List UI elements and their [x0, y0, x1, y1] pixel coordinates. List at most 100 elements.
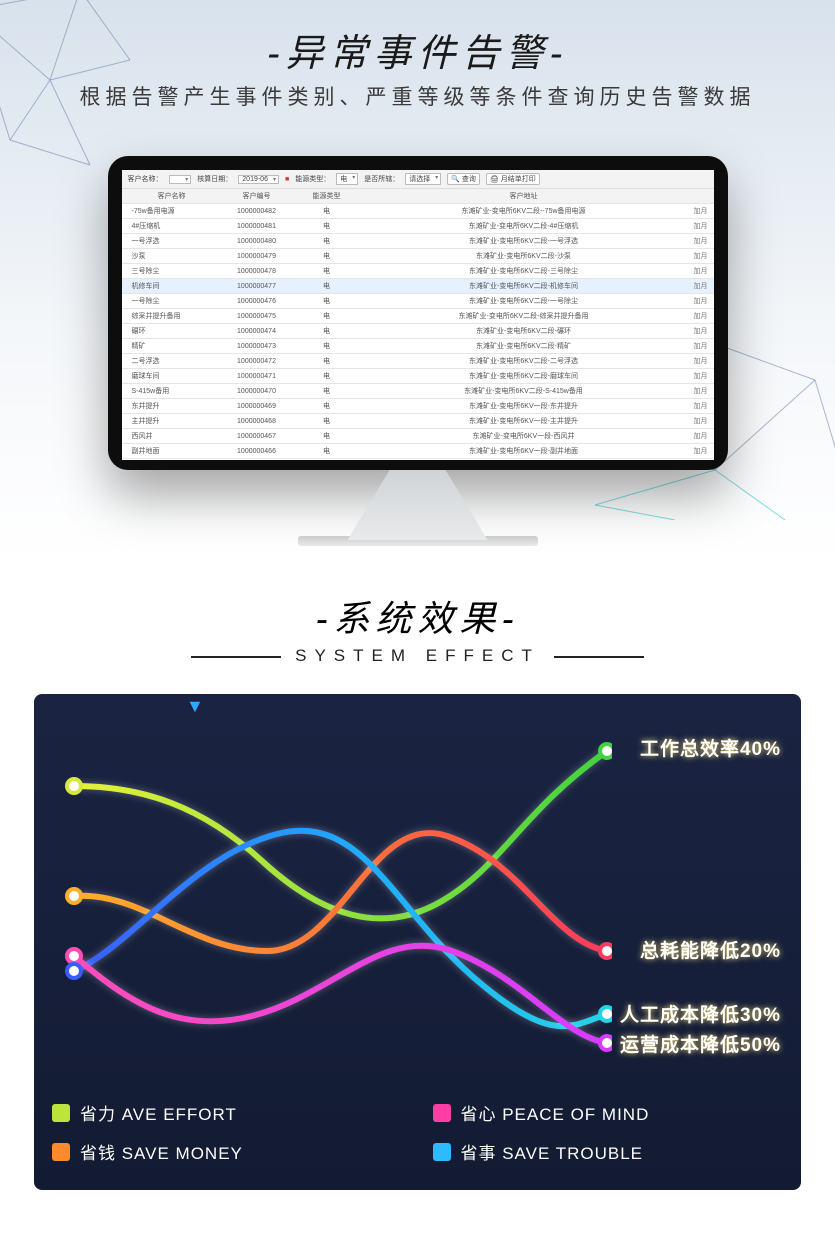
- cell-op[interactable]: 加月: [686, 204, 714, 219]
- cell-code: 1000000465: [222, 459, 292, 461]
- cell-code: 1000000466: [222, 444, 292, 459]
- table-row[interactable]: 西风井1000000467电东滩矿业-变电所6KV一段-西风井加月: [122, 429, 714, 444]
- cell-addr: 东滩矿业-变电所6KV二段-机修车间: [362, 279, 686, 294]
- table-row[interactable]: 一号除尘1000000476电东滩矿业-变电所6KV二段-一号除尘加月: [122, 294, 714, 309]
- cell-addr: 东滩矿业-变电所6KV二段-碾环: [362, 324, 686, 339]
- cell-addr: 东滩矿业-变电所6KV二段--75w备用电源: [362, 204, 686, 219]
- cell-op[interactable]: 加月: [686, 399, 714, 414]
- table-row[interactable]: 碾环1000000474电东滩矿业-变电所6KV二段-碾环加月: [122, 324, 714, 339]
- label-operation: 运营成本降低50%: [620, 1030, 781, 1057]
- cell-type: 电: [292, 429, 362, 444]
- cell-type: 电: [292, 294, 362, 309]
- print-button[interactable]: 🖨 月结单打印: [486, 173, 540, 185]
- alarm-section: -异常事件告警- 根据告警产生事件类别、严重等级等条件查询历史告警数据 客户名称…: [0, 0, 835, 560]
- cell-name: 4#压缩机: [122, 219, 222, 234]
- cell-op[interactable]: 加月: [686, 234, 714, 249]
- cell-type: 电: [292, 444, 362, 459]
- marker-icon: ▼: [186, 696, 204, 717]
- cell-code: 1000000478: [222, 264, 292, 279]
- cell-op[interactable]: 加月: [686, 429, 714, 444]
- cell-addr: 东滩矿业-变电所6KV二段-磨球车间: [362, 369, 686, 384]
- input-date[interactable]: 2019-06: [238, 175, 279, 184]
- table-row[interactable]: 综采井提升备用1000000475电东滩矿业-变电所6KV二段-综采井提升备用加…: [122, 309, 714, 324]
- effect-chart: 工作总效率40% 总耗能降低20% 人工成本降低30% 运营成本降低50%: [52, 716, 783, 1076]
- line-chart-svg: [52, 716, 612, 1076]
- cell-code: 1000000474: [222, 324, 292, 339]
- cell-code: 1000000479: [222, 249, 292, 264]
- cell-code: 1000000481: [222, 219, 292, 234]
- col-type[interactable]: 能源类型: [292, 189, 362, 204]
- cell-op[interactable]: 加月: [686, 459, 714, 461]
- col-name[interactable]: 客户名称: [122, 189, 222, 204]
- cell-addr: 东滩矿业-变电所6KV一段-东井提升: [362, 399, 686, 414]
- cell-op[interactable]: 加月: [686, 414, 714, 429]
- cell-name: 碾环: [122, 324, 222, 339]
- cell-op[interactable]: 加月: [686, 354, 714, 369]
- cell-op[interactable]: 加月: [686, 384, 714, 399]
- cell-name: 西风井: [122, 429, 222, 444]
- cell-op[interactable]: 加月: [686, 369, 714, 384]
- cell-op[interactable]: 加月: [686, 339, 714, 354]
- table-row[interactable]: 沙泵1000000479电东滩矿业-变电所6KV二段-沙泵加月: [122, 249, 714, 264]
- table-row[interactable]: 一号浮选1000000480电东滩矿业-变电所6KV二段-一号浮选加月: [122, 234, 714, 249]
- cell-op[interactable]: 加月: [686, 309, 714, 324]
- cell-op[interactable]: 加月: [686, 444, 714, 459]
- cell-type: 电: [292, 219, 362, 234]
- cell-op[interactable]: 加月: [686, 219, 714, 234]
- table-row[interactable]: -75w备用电源1000000482电东滩矿业-变电所6KV二段--75w备用电…: [122, 204, 714, 219]
- swatch-peace: [433, 1104, 451, 1122]
- label-domain: 是否所辖：: [364, 174, 399, 184]
- effect-title: -系统效果-: [0, 590, 835, 642]
- swatch-trouble: [433, 1143, 451, 1161]
- cell-type: 电: [292, 234, 362, 249]
- cell-type: 电: [292, 324, 362, 339]
- swatch-money: [52, 1143, 70, 1161]
- cell-op[interactable]: 加月: [686, 294, 714, 309]
- cell-name: 精矿: [122, 339, 222, 354]
- table-row[interactable]: 二号浮选1000000472电东滩矿业-变电所6KV二段-二号浮选加月: [122, 354, 714, 369]
- label-labor: 人工成本降低30%: [620, 1000, 781, 1027]
- table-row[interactable]: S-415w备用1000000470电东滩矿业-变电所6KV二段-S-415w备…: [122, 384, 714, 399]
- cell-op[interactable]: 加月: [686, 279, 714, 294]
- table-row[interactable]: 4#压缩机1000000481电东滩矿业-变电所6KV二段-4#压缩机加月: [122, 219, 714, 234]
- query-button[interactable]: 🔍 查询: [447, 173, 480, 185]
- cell-op[interactable]: 加月: [686, 264, 714, 279]
- table-row[interactable]: 精矿1000000473电东滩矿业-变电所6KV二段-精矿加月: [122, 339, 714, 354]
- col-code[interactable]: 客户编号: [222, 189, 292, 204]
- cell-name: 主井提升: [122, 414, 222, 429]
- cell-name: -75w备用电源: [122, 204, 222, 219]
- table-row[interactable]: 主井提升1000000468电东滩矿业-变电所6KV一段-主井提升加月: [122, 414, 714, 429]
- input-type[interactable]: 电: [336, 173, 358, 185]
- legend-peace: 省心 PEACE OF MIND: [433, 1100, 784, 1125]
- cell-name: 三号除尘: [122, 264, 222, 279]
- cell-addr: 东滩矿业-变电所6KV二段-二号浮选: [362, 354, 686, 369]
- input-name[interactable]: [169, 175, 192, 184]
- swatch-effort: [52, 1104, 70, 1122]
- label-efficiency: 工作总效率40%: [640, 734, 781, 761]
- table-row[interactable]: 三号除尘1000000478电东滩矿业-变电所6KV二段-三号除尘加月: [122, 264, 714, 279]
- cell-op[interactable]: 加月: [686, 249, 714, 264]
- cell-op[interactable]: 加月: [686, 324, 714, 339]
- table-row[interactable]: 副井地面1000000466电东滩矿业-变电所6KV一段-副井地面加月: [122, 444, 714, 459]
- input-domain[interactable]: 请选择: [405, 173, 441, 185]
- cell-name: 磨球车间: [122, 369, 222, 384]
- cell-type: 电: [292, 384, 362, 399]
- cell-type: 电: [292, 249, 362, 264]
- cell-name: 一号浮选: [122, 234, 222, 249]
- cell-type: 电: [292, 339, 362, 354]
- cell-code: 1000000470: [222, 384, 292, 399]
- table-row[interactable]: 机修车间1000000477电东滩矿业-变电所6KV二段-机修车间加月: [122, 279, 714, 294]
- effect-section: -系统效果- SYSTEM EFFECT ▼: [0, 560, 835, 1230]
- table-row[interactable]: 东井提升1000000469电东滩矿业-变电所6KV一段-东井提升加月: [122, 399, 714, 414]
- chart-legend: 省力 AVE EFFORT 省心 PEACE OF MIND 省钱 SAVE M…: [52, 1100, 783, 1164]
- legend-effort: 省力 AVE EFFORT: [52, 1100, 403, 1125]
- cell-type: 电: [292, 459, 362, 461]
- label-energy: 总耗能降低20%: [640, 936, 781, 963]
- cell-name: 二号浮选: [122, 354, 222, 369]
- table-row[interactable]: 磨球车间1000000471电东滩矿业-变电所6KV二段-磨球车间加月: [122, 369, 714, 384]
- cell-name: S-415w备用: [122, 384, 222, 399]
- cell-addr: 东滩矿业-变电所6KV二段-精矿: [362, 339, 686, 354]
- col-addr[interactable]: 客户地址: [362, 189, 686, 204]
- table-row[interactable]: 综采井1000000465电东滩矿业-变电所6KV一段-综采井加月: [122, 459, 714, 461]
- label-name: 客户名称：: [128, 174, 163, 184]
